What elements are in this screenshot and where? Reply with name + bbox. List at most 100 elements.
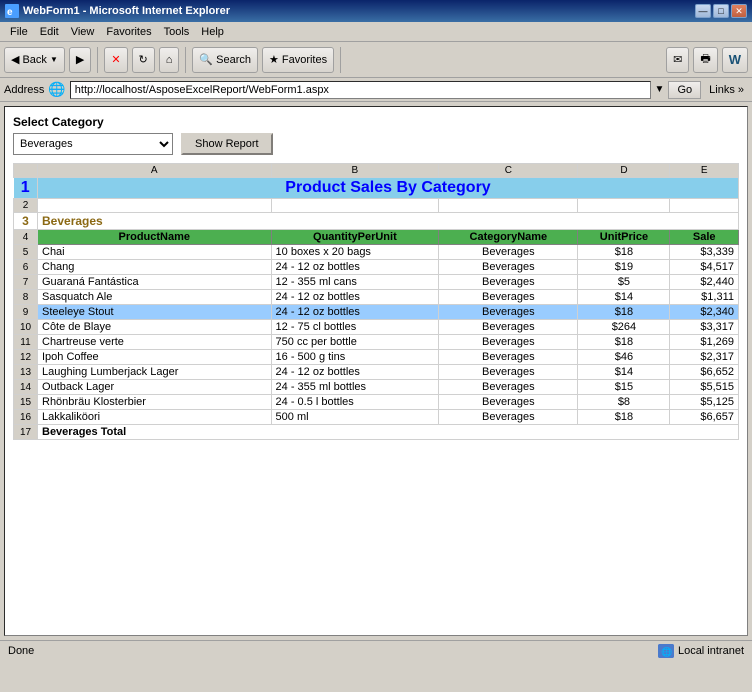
content-area: Select Category Beverages Condiments Con… (4, 106, 748, 636)
back-button[interactable]: ◀ Back ▼ (4, 47, 65, 73)
cell-qty: 10 boxes x 20 bags (271, 245, 439, 260)
mail-icon: ✉ (673, 53, 682, 66)
cell-cat: Beverages (439, 380, 578, 395)
header-sale: Sale (670, 230, 739, 245)
status-bar: Done 🌐 Local intranet (0, 640, 752, 660)
search-icon: 🔍 (199, 53, 213, 66)
window-controls[interactable]: — □ ✕ (695, 4, 747, 18)
cell-price: $8 (578, 395, 670, 410)
col-header-b: B (271, 164, 439, 178)
cell-price: $46 (578, 350, 670, 365)
close-button[interactable]: ✕ (731, 4, 747, 18)
table-row: 12 Ipoh Coffee 16 - 500 g tins Beverages… (14, 350, 739, 365)
row-num-13: 13 (14, 365, 38, 380)
table-row: 8 Sasquatch Ale 24 - 12 oz bottles Bever… (14, 290, 739, 305)
minimize-button[interactable]: — (695, 4, 711, 18)
stop-button[interactable]: ✕ (104, 47, 127, 73)
star-icon: ★ (269, 53, 279, 66)
cell-price: $264 (578, 320, 670, 335)
word-icon: W (729, 52, 741, 67)
row-num-17: 17 (14, 425, 38, 440)
cell-sale: $5,125 (670, 395, 739, 410)
row-num-16: 16 (14, 410, 38, 425)
address-bar: Address 🌐 ▼ Go Links » (0, 78, 752, 102)
refresh-button[interactable]: ↻ (132, 47, 155, 73)
table-row: 9 Steeleye Stout 24 - 12 oz bottles Beve… (14, 305, 739, 320)
header-categoryname: CategoryName (439, 230, 578, 245)
cell-price: $14 (578, 290, 670, 305)
cell-sale: $2,317 (670, 350, 739, 365)
print-button[interactable]: 🖶 (693, 47, 717, 73)
links-button[interactable]: Links » (705, 84, 748, 96)
cell-cat: Beverages (439, 305, 578, 320)
row-num-11: 11 (14, 335, 38, 350)
cell-price: $18 (578, 410, 670, 425)
word-button[interactable]: W (722, 47, 748, 73)
mail-button[interactable]: ✉ (666, 47, 689, 73)
table-row: 16 Lakkaliköori 500 ml Beverages $18 $6,… (14, 410, 739, 425)
cell-cat: Beverages (439, 350, 578, 365)
show-report-button[interactable]: Show Report (181, 133, 273, 155)
stop-icon: ✕ (111, 53, 120, 66)
window-title: WebForm1 - Microsoft Internet Explorer (23, 5, 230, 17)
cell-qty: 24 - 12 oz bottles (271, 365, 439, 380)
menu-file[interactable]: File (4, 24, 34, 40)
total-row: 17 Beverages Total (14, 425, 739, 440)
menu-bar: File Edit View Favorites Tools Help (0, 22, 752, 42)
address-label: Address (4, 84, 44, 96)
toolbar: ◀ Back ▼ ▶ ✕ ↻ ⌂ 🔍 Search ★ Favorites ✉ … (0, 42, 752, 78)
cell-price: $18 (578, 305, 670, 320)
cell-name: Chang (38, 260, 272, 275)
table-row: 10 Côte de Blaye 12 - 75 cl bottles Beve… (14, 320, 739, 335)
col-header-a: A (38, 164, 272, 178)
cell-sale: $1,311 (670, 290, 739, 305)
menu-view[interactable]: View (65, 24, 101, 40)
header-row: 4 ProductName QuantityPerUnit CategoryNa… (14, 230, 739, 245)
title-bar: e WebForm1 - Microsoft Internet Explorer… (0, 0, 752, 22)
address-input[interactable] (70, 81, 651, 99)
cell-name: Laughing Lumberjack Lager (38, 365, 272, 380)
maximize-button[interactable]: □ (713, 4, 729, 18)
row-num-10: 10 (14, 320, 38, 335)
cell-qty: 24 - 12 oz bottles (271, 305, 439, 320)
header-qtyperunit: QuantityPerUnit (271, 230, 439, 245)
menu-tools[interactable]: Tools (158, 24, 196, 40)
svg-text:e: e (7, 7, 13, 18)
report-title: Product Sales By Category (38, 178, 739, 199)
refresh-icon: ↻ (139, 53, 148, 66)
row-num-2: 2 (14, 199, 38, 213)
dropdown-icon: ▼ (50, 55, 58, 64)
cell-price: $19 (578, 260, 670, 275)
cell-price: $18 (578, 245, 670, 260)
cell-qty: 24 - 355 ml bottles (271, 380, 439, 395)
dropdown-icon[interactable]: ▼ (655, 84, 665, 95)
menu-favorites[interactable]: Favorites (100, 24, 157, 40)
go-button[interactable]: Go (668, 81, 701, 99)
forward-button[interactable]: ▶ (69, 47, 91, 73)
status-right: 🌐 Local intranet (658, 644, 744, 658)
header-unitprice: UnitPrice (578, 230, 670, 245)
table-row: 5 Chai 10 boxes x 20 bags Beverages $18 … (14, 245, 739, 260)
cell-cat: Beverages (439, 320, 578, 335)
favorites-label: Favorites (282, 54, 327, 66)
home-button[interactable]: ⌂ (159, 47, 180, 73)
menu-help[interactable]: Help (195, 24, 230, 40)
menu-edit[interactable]: Edit (34, 24, 65, 40)
favorites-button[interactable]: ★ Favorites (262, 47, 334, 73)
cell-cat: Beverages (439, 335, 578, 350)
cell-cat: Beverages (439, 260, 578, 275)
category-select[interactable]: Beverages Condiments Confections Dairy P… (13, 133, 173, 155)
table-row: 6 Chang 24 - 12 oz bottles Beverages $19… (14, 260, 739, 275)
cell-name: Lakkaliköori (38, 410, 272, 425)
table-row: 7 Guaraná Fantástica 12 - 355 ml cans Be… (14, 275, 739, 290)
ie-logo-small: 🌐 (48, 81, 65, 98)
table-row: 13 Laughing Lumberjack Lager 24 - 12 oz … (14, 365, 739, 380)
cell-cat: Beverages (439, 395, 578, 410)
cell-name: Chartreuse verte (38, 335, 272, 350)
row-num-5: 5 (14, 245, 38, 260)
svg-text:🌐: 🌐 (661, 646, 672, 657)
row-num-8: 8 (14, 290, 38, 305)
status-text: Done (8, 645, 34, 657)
search-button[interactable]: 🔍 Search (192, 47, 258, 73)
cell-sale: $5,515 (670, 380, 739, 395)
